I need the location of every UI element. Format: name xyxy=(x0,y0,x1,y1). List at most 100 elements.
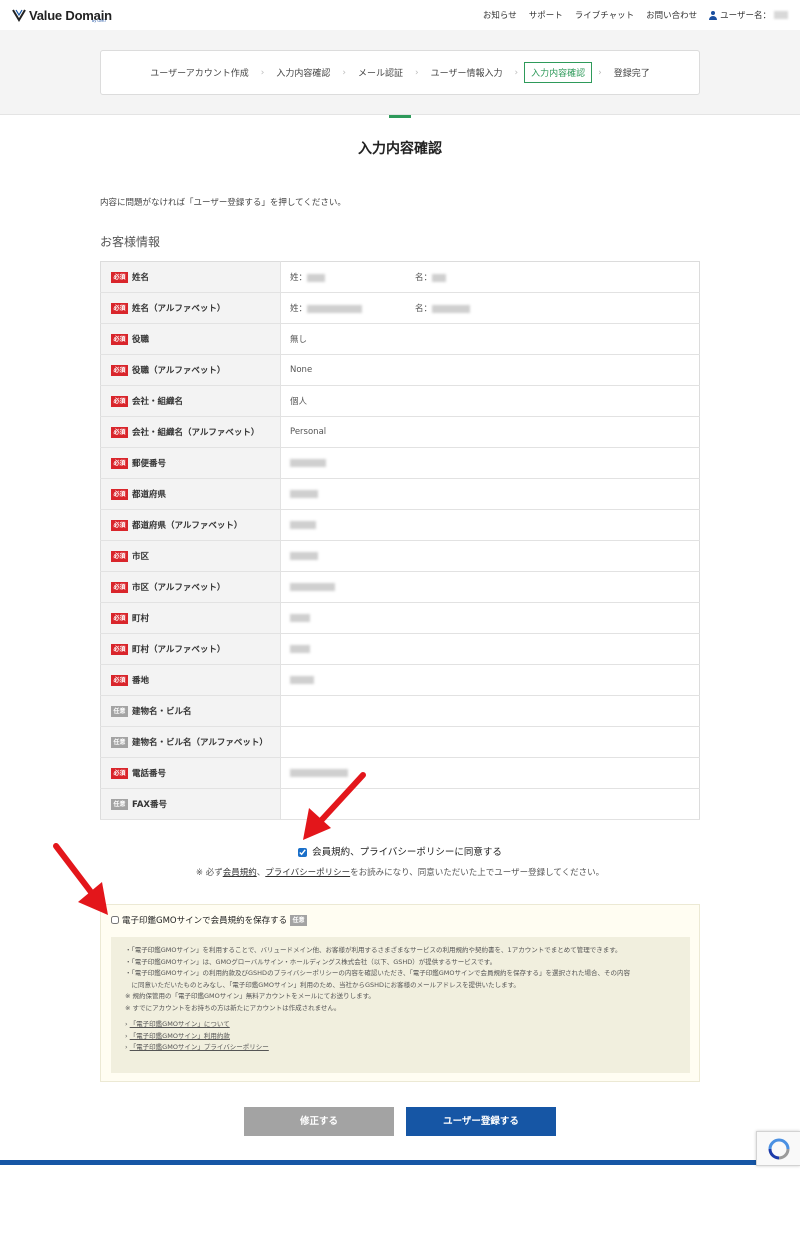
optional-badge: 任意 xyxy=(111,737,128,748)
step-separator: › xyxy=(342,67,346,78)
table-row: 任意 FAX番号 xyxy=(100,788,700,820)
redacted-value xyxy=(307,304,363,313)
row-label: FAX番号 xyxy=(132,800,167,810)
table-row: 必須 市区 xyxy=(100,540,700,572)
user-icon xyxy=(709,10,718,20)
step-input-confirm: 入力内容確認 xyxy=(276,69,331,79)
required-badge: 必須 xyxy=(111,303,128,314)
user-name-redacted xyxy=(774,11,788,19)
footer-bar xyxy=(0,1160,800,1165)
gmo-desc-line: ※ 規約保管用の「電子印鑑GMOサイン」無料アカウントをメールにてお送りします。 xyxy=(125,992,375,1000)
first-name-prefix: 名： xyxy=(415,273,433,283)
step-confirm-active: 入力内容確認 xyxy=(524,62,593,83)
nav-news[interactable]: お知らせ xyxy=(483,9,517,21)
row-label: 建物名・ビル名 xyxy=(132,707,192,717)
redacted-value xyxy=(290,675,314,684)
step-account-create: ユーザーアカウント作成 xyxy=(150,69,249,79)
intro-text: 内容に問題がなければ「ユーザー登録する」を押してください。 xyxy=(100,198,346,208)
terms-link[interactable]: 会員規約 xyxy=(223,868,257,878)
required-badge: 必須 xyxy=(111,334,128,345)
logo-v-icon xyxy=(12,9,26,22)
progress-area: ユーザーアカウント作成 › 入力内容確認 › メール認証 › ユーザー情報入力 … xyxy=(0,30,800,115)
nav-contact[interactable]: お問い合わせ xyxy=(646,9,697,21)
required-badge: 必須 xyxy=(111,272,128,283)
logo[interactable]: Value Domain by GMO xyxy=(12,8,112,23)
edit-button[interactable]: 修正する xyxy=(244,1107,394,1136)
row-label: 町村 xyxy=(132,614,150,624)
recaptcha-icon xyxy=(768,1138,790,1160)
agreement-label[interactable]: 会員規約、プライバシーポリシーに同意する xyxy=(312,847,502,858)
required-badge: 必須 xyxy=(111,768,128,779)
gmo-privacy-link[interactable]: 「電子印鑑GMOサイン」プライバシーポリシー xyxy=(130,1043,269,1051)
row-value: Personal xyxy=(280,416,700,448)
table-row: 必須 町村（アルファベット） xyxy=(100,633,700,665)
row-label: 電話番号 xyxy=(132,769,167,779)
gmo-desc-line: に同意いただいたものとみなし、「電子印鑑GMOサイン」利用のため、当社からGSH… xyxy=(125,980,520,989)
user-label: ユーザー名： xyxy=(720,11,771,21)
step-separator: › xyxy=(598,67,602,78)
gmo-terms-link[interactable]: 「電子印鑑GMOサイン」利用約款 xyxy=(130,1032,230,1040)
gmo-desc-line: ・「電子印鑑GMOサイン」は、GMOグローバルサイン・ホールディングス株式会社（… xyxy=(125,957,497,966)
row-label: 郵便番号 xyxy=(132,459,167,469)
table-row: 必須 役職 無し xyxy=(100,323,700,355)
row-label: 会社・組織名（アルファベット） xyxy=(132,428,260,438)
step-separator: › xyxy=(514,67,519,78)
title-accent-bar xyxy=(389,115,411,118)
required-badge: 必須 xyxy=(111,520,128,531)
gmo-about-link[interactable]: 「電子印鑑GMOサイン」について xyxy=(130,1020,230,1028)
note-prefix: ※ 必ず xyxy=(195,868,223,878)
redacted-value xyxy=(290,644,310,653)
row-label: 都道府県（アルファベット） xyxy=(132,521,243,531)
table-row: 必須 番地 xyxy=(100,664,700,696)
row-value: None xyxy=(280,354,700,386)
step-mail-auth: メール認証 xyxy=(358,69,404,79)
user-menu[interactable]: ユーザー名： xyxy=(709,9,788,21)
note-suffix: をお読みになり、同意いただいた上でユーザー登録してください。 xyxy=(350,868,605,878)
row-label: 市区（アルファベット） xyxy=(132,583,226,593)
gmo-desc-line: ・「電子印鑑GMOサイン」を利用することで、バリュードメイン他、お客様が利用する… xyxy=(125,946,622,954)
table-row: 必須 電話番号 xyxy=(100,757,700,789)
last-name-prefix: 姓： xyxy=(290,273,308,283)
redacted-value xyxy=(307,273,326,282)
nav-support[interactable]: サポート xyxy=(529,9,563,21)
customer-info-table: 必須 姓名 姓： 名： 必須 姓名（アルファベット） 姓： 名： 必須 役職 無し 必須役… xyxy=(100,261,700,820)
required-badge: 必須 xyxy=(111,644,128,655)
step-separator: › xyxy=(415,67,419,78)
gmo-sign-label[interactable]: 電子印鑑GMOサインで会員規約を保存する xyxy=(122,914,287,926)
gmo-links: › 「電子印鑑GMOサイン」について › 「電子印鑑GMOサイン」利用約款 › … xyxy=(125,1020,269,1051)
annotation-arrow-icon xyxy=(303,772,366,840)
row-label: 会社・組織名 xyxy=(132,397,184,407)
row-label: 市区 xyxy=(132,552,150,562)
site-header: Value Domain by GMO お知らせ サポート ライブチャット お問… xyxy=(0,0,800,30)
note-separator: 、 xyxy=(256,868,266,878)
gmo-desc-line: ・「電子印鑑GMOサイン」の利用約款及びGSHDのプライバシーポリシーの内容を確… xyxy=(125,969,630,977)
redacted-value xyxy=(290,613,310,622)
required-badge: 必須 xyxy=(111,396,128,407)
gmo-sign-option: 電子印鑑GMOサインで会員規約を保存する 任意 xyxy=(111,914,311,926)
nav-livechat[interactable]: ライブチャット xyxy=(575,9,634,21)
table-row: 必須 役職（アルファベット） None xyxy=(100,354,700,386)
agreement-note: ※ 必ず会員規約、プライバシーポリシーをお読みになり、同意いただいた上でユーザー… xyxy=(0,866,800,878)
row-value: 個人 xyxy=(280,385,700,417)
table-row: 必須 都道府県 xyxy=(100,478,700,510)
optional-badge: 任意 xyxy=(290,914,308,926)
privacy-policy-link[interactable]: プライバシーポリシー xyxy=(265,868,350,878)
logo-sub: by GMO xyxy=(92,19,106,23)
required-badge: 必須 xyxy=(111,551,128,562)
top-nav: お知らせ サポート ライブチャット お問い合わせ ユーザー名： xyxy=(483,9,788,21)
agreement-checkbox[interactable] xyxy=(298,848,308,857)
required-badge: 必須 xyxy=(111,582,128,593)
step-separator: › xyxy=(260,67,265,78)
required-badge: 必須 xyxy=(111,427,128,438)
table-row: 必須 町村 xyxy=(100,602,700,634)
table-row: 任意 建物名・ビル名 xyxy=(100,695,700,727)
table-row: 必須 郵便番号 xyxy=(100,447,700,479)
row-label: 町村（アルファベット） xyxy=(132,645,226,655)
required-badge: 必須 xyxy=(111,675,128,686)
register-button[interactable]: ユーザー登録する xyxy=(406,1107,556,1136)
optional-badge: 任意 xyxy=(111,799,128,810)
row-label: 姓名（アルファベット） xyxy=(132,304,226,314)
recaptcha-badge[interactable] xyxy=(756,1131,800,1166)
table-row: 必須 会社・組織名（アルファベット） Personal xyxy=(100,416,700,448)
step-user-info: ユーザー情報入力 xyxy=(430,69,503,79)
